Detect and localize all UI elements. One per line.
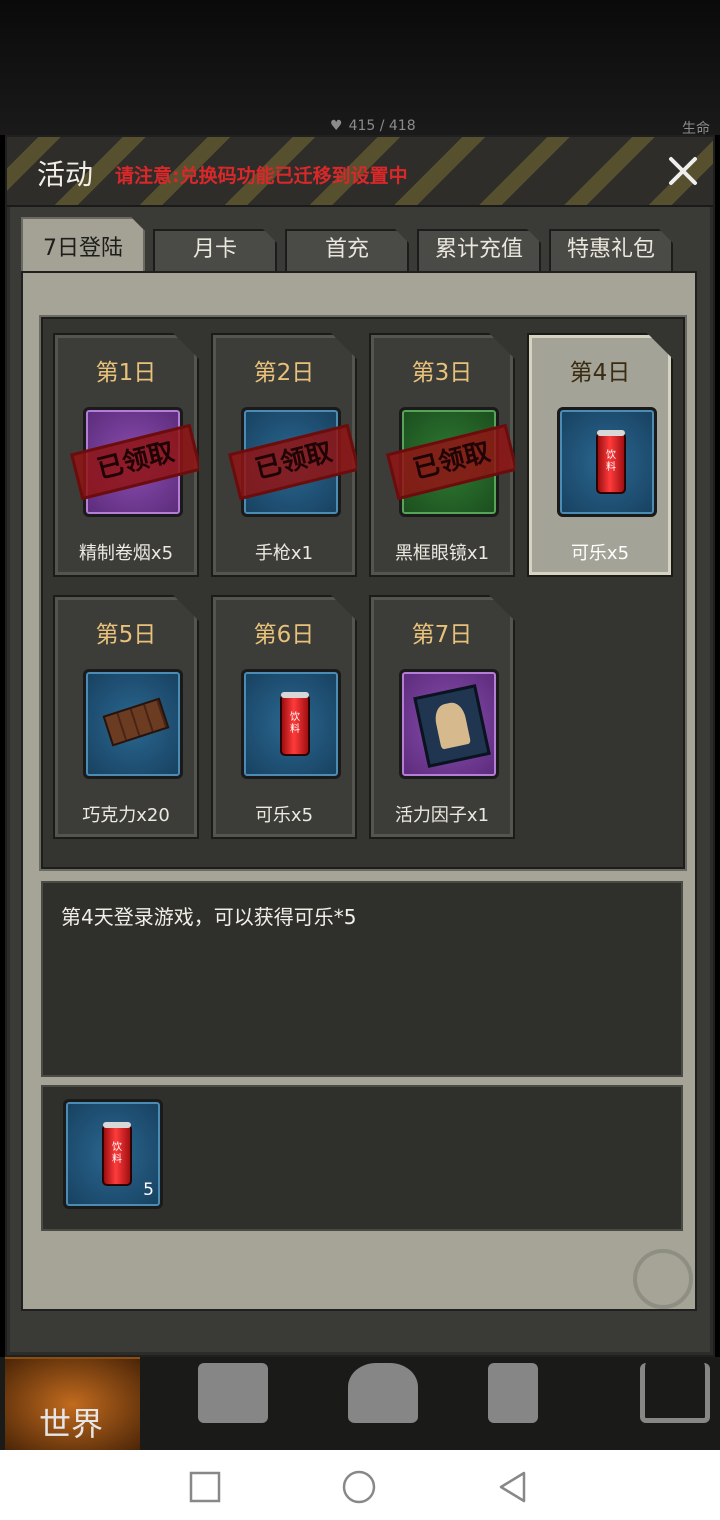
close-button[interactable] (663, 151, 703, 191)
day-label: 第7日 (411, 622, 473, 648)
back-button[interactable] (496, 1470, 530, 1504)
claimed-stamp: 已领取 (70, 424, 202, 501)
tab-first-recharge[interactable]: 首充 (285, 229, 409, 273)
nav-backpack[interactable] (148, 1357, 288, 1450)
can-graphic: 饮料 (280, 694, 310, 756)
hp-readout: ♥ 415 / 418 (330, 118, 570, 134)
close-icon (669, 157, 697, 185)
reward-name: 手枪x1 (254, 543, 314, 564)
day-card-2[interactable]: 第2日 已领取 手枪x1 (211, 333, 357, 577)
cigarette-icon: 已领取 (83, 407, 183, 517)
nav-world[interactable]: 世界 (5, 1357, 140, 1450)
tab-special-pack[interactable]: 特惠礼包 (549, 229, 673, 273)
claimed-stamp: 已领取 (386, 424, 518, 501)
backpack-icon (198, 1363, 268, 1423)
can-label: 饮料 (112, 1142, 122, 1165)
day-label: 第2日 (253, 360, 315, 386)
cola-can-icon: 饮料 (557, 407, 657, 517)
pistol-icon: 已领取 (241, 407, 341, 517)
game-background (0, 0, 720, 135)
day-label: 第3日 (411, 360, 473, 386)
day-label: 第1日 (95, 360, 157, 386)
day-card-7[interactable]: 第7日 活力因子x1 (369, 595, 515, 839)
panel-header: 活动 请注意:兑换码功能已迁移到设置中 (7, 137, 713, 207)
can-graphic: 饮料 (596, 432, 626, 494)
claimed-stamp: 已领取 (228, 424, 360, 501)
skills-head-icon (348, 1363, 418, 1423)
description-text: 第4天登录游戏，可以获得可乐*5 (61, 905, 357, 929)
chocolate-icon (83, 669, 183, 779)
recents-button[interactable] (188, 1470, 222, 1504)
nav-world-label: 世界 (39, 1405, 104, 1443)
day-label: 第5日 (95, 622, 157, 648)
day-card-5[interactable]: 第5日 巧克力x20 (53, 595, 199, 839)
vitality-book-icon (399, 669, 499, 779)
heart-icon: ♥ (330, 118, 343, 134)
day-card-1[interactable]: 第1日 已领取 精制卷烟x5 (53, 333, 199, 577)
day-card-3[interactable]: 第3日 已领取 黑框眼镜x1 (369, 333, 515, 577)
phone-icon (488, 1363, 538, 1423)
notice-text: 请注意:兑换码功能已迁移到设置中 (115, 165, 408, 187)
shop-cart-icon (640, 1363, 710, 1423)
glasses-icon: 已领取 (399, 407, 499, 517)
activity-panel: 活动 请注意:兑换码功能已迁移到设置中 7日登陆 月卡 首充 累计充值 特惠礼包… (5, 135, 715, 1357)
reward-name: 可乐x5 (254, 805, 314, 826)
tab-monthly-card[interactable]: 月卡 (153, 229, 277, 273)
reward-quantity: 5 (143, 1180, 154, 1200)
cola-can-icon: 饮料 (102, 1122, 132, 1186)
day-label: 第6日 (253, 622, 315, 648)
day-label: 第4日 (569, 360, 631, 386)
cola-can-icon: 饮料 (241, 669, 341, 779)
bottom-nav: 世界 (0, 1357, 720, 1450)
nav-phone[interactable] (448, 1357, 588, 1450)
system-nav-bar (0, 1450, 720, 1520)
description-box: 第4天登录游戏，可以获得可乐*5 (41, 881, 683, 1077)
reward-name: 巧克力x20 (82, 805, 170, 826)
reward-name: 黑框眼镜x1 (394, 543, 490, 564)
reward-preview-box: 饮料 5 (41, 1085, 683, 1231)
chocolate-graphic (103, 698, 170, 747)
day-grid: 第1日 已领取 精制卷烟x5 第2日 已领取 手枪x1 第3日 已领取 黑框眼镜… (39, 315, 687, 871)
book-graphic (413, 684, 491, 768)
day-card-4[interactable]: 第4日 饮料 可乐x5 (527, 333, 673, 577)
tab-content: 第1日 已领取 精制卷烟x5 第2日 已领取 手枪x1 第3日 已领取 黑框眼镜… (21, 271, 697, 1311)
can-label: 饮料 (606, 450, 616, 473)
nav-skills[interactable] (298, 1357, 438, 1450)
panel-title: 活动 (37, 158, 94, 191)
radiation-icon (633, 1249, 693, 1309)
nav-shop[interactable] (590, 1357, 720, 1450)
reward-name: 活力因子x1 (394, 805, 490, 826)
tab-7day-login[interactable]: 7日登陆 (21, 217, 145, 275)
can-label: 饮料 (290, 712, 300, 735)
day-card-6[interactable]: 第6日 饮料 可乐x5 (211, 595, 357, 839)
tab-bar: 7日登陆 月卡 首充 累计充值 特惠礼包 (21, 217, 701, 273)
reward-name: 精制卷烟x5 (78, 543, 174, 564)
home-button[interactable] (342, 1470, 376, 1504)
hp-value: 415 / 418 (348, 118, 416, 134)
tab-cumulative-recharge[interactable]: 累计充值 (417, 229, 541, 273)
reward-name: 可乐x5 (570, 543, 630, 564)
reward-item[interactable]: 饮料 5 (63, 1099, 163, 1209)
